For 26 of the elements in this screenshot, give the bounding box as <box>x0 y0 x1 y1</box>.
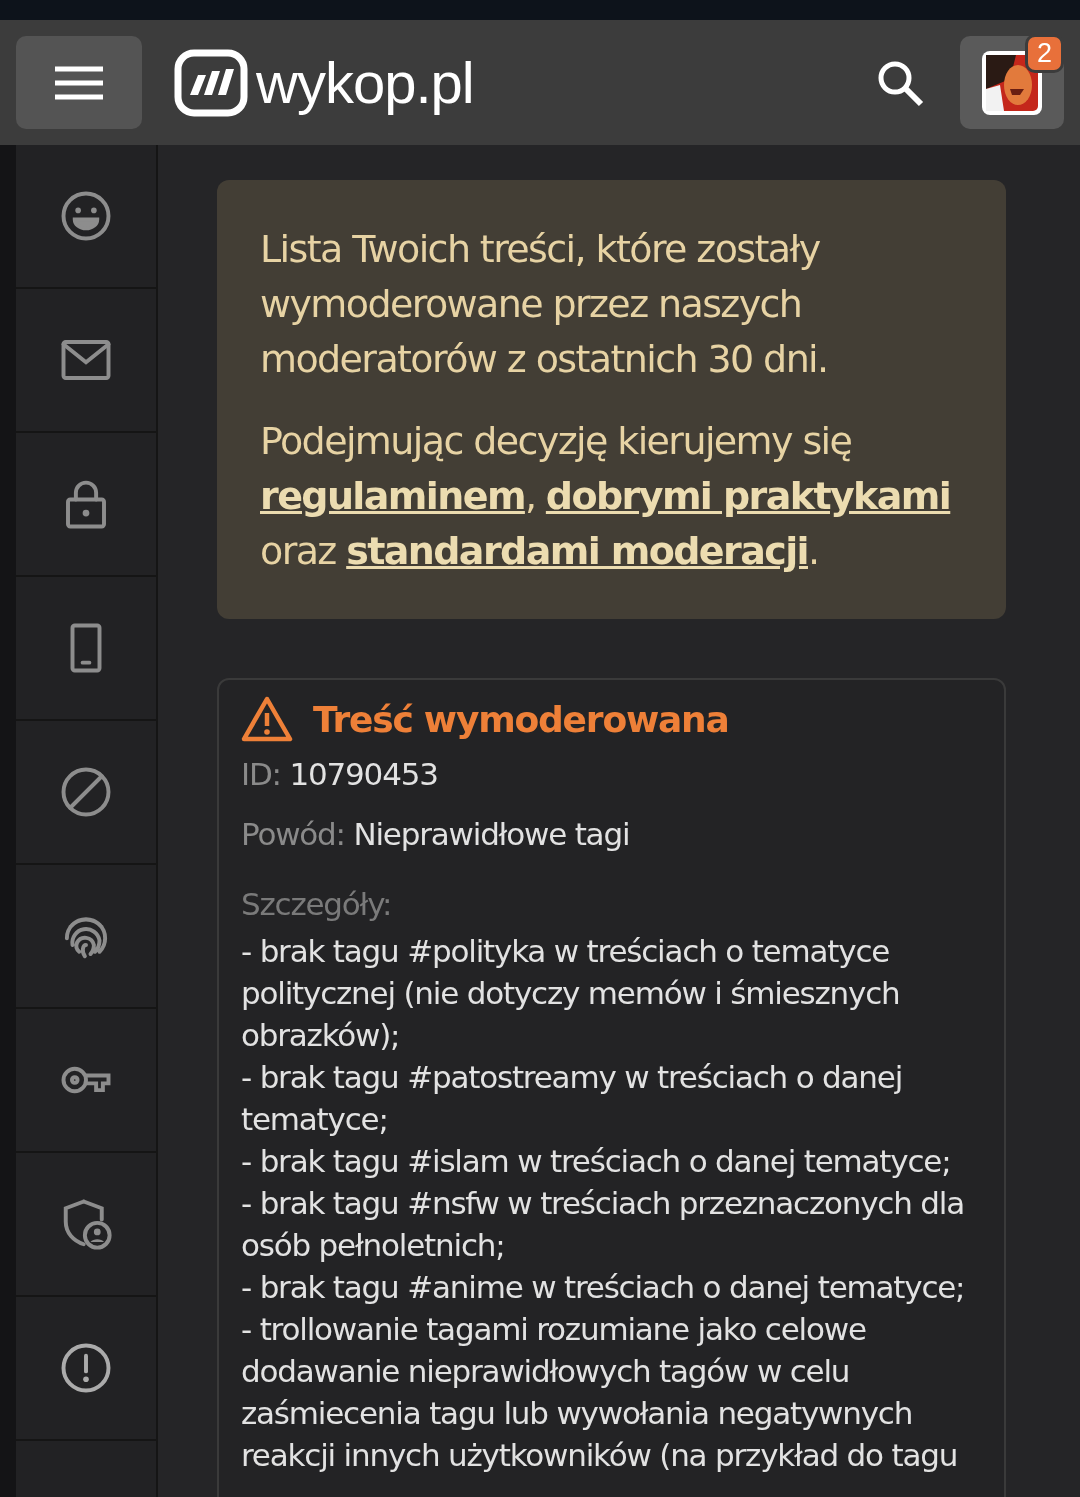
menu-button[interactable] <box>16 36 142 129</box>
alert-icon <box>59 1341 113 1395</box>
detail-item: - brak tagu #patostreamy w treściach o danej tematyce; <box>241 1058 904 1139</box>
detail-item: - brak tagu #anime w treściach o danej tematyce; <box>241 1268 966 1307</box>
site-logo[interactable]: wykop.pl <box>174 48 474 117</box>
field-value: Nieprawidłowe tagi <box>353 816 630 852</box>
detail-item: - trollowanie tagami rozumiane jako celowe dodawanie nieprawidłowych tagów w celu zaśmiecenia tagu lub wywołania negatywnych reakcji innych użytkowników (na przykład do tagu <box>241 1310 959 1475</box>
rules-link[interactable]: regulaminem <box>260 474 525 518</box>
smile-icon <box>59 189 113 243</box>
detail-item: - brak tagu #nsfw w treściach przeznaczonych dla osób pełnoletnich; <box>241 1184 965 1265</box>
notification-badge: 2 <box>1024 34 1064 73</box>
field-value: 10790453 <box>289 756 438 792</box>
details-label: Szczegóły: <box>241 885 393 924</box>
menu-icon <box>55 65 103 100</box>
block-icon <box>59 765 113 819</box>
rules-link[interactable]: standardami moderacji <box>346 529 808 573</box>
warning-icon <box>241 696 293 742</box>
field-label: ID: <box>241 756 281 792</box>
info-text: Lista Twoich treści, które zostały wymoderowane przez naszych moderatorów z ostatnich 30 dni. <box>260 226 829 383</box>
card-title: Treść wymoderowana <box>313 698 729 740</box>
field-label: Powód: <box>241 816 345 852</box>
rules-text: Podejmując decyzję kierujemy się regulaminem, dobrymi praktykami oraz standardami moderacji. <box>260 418 952 575</box>
logo-icon <box>174 48 248 117</box>
detail-item: - brak tagu #polityka w treściach o tematyce politycznej (nie dotyczy memów i śmiesznych obrazków); <box>241 932 901 1055</box>
rules-link[interactable]: dobrymi praktykami <box>545 474 951 518</box>
detail-item: - brak tagu #islam w treściach o danej tematyce; <box>241 1142 952 1181</box>
